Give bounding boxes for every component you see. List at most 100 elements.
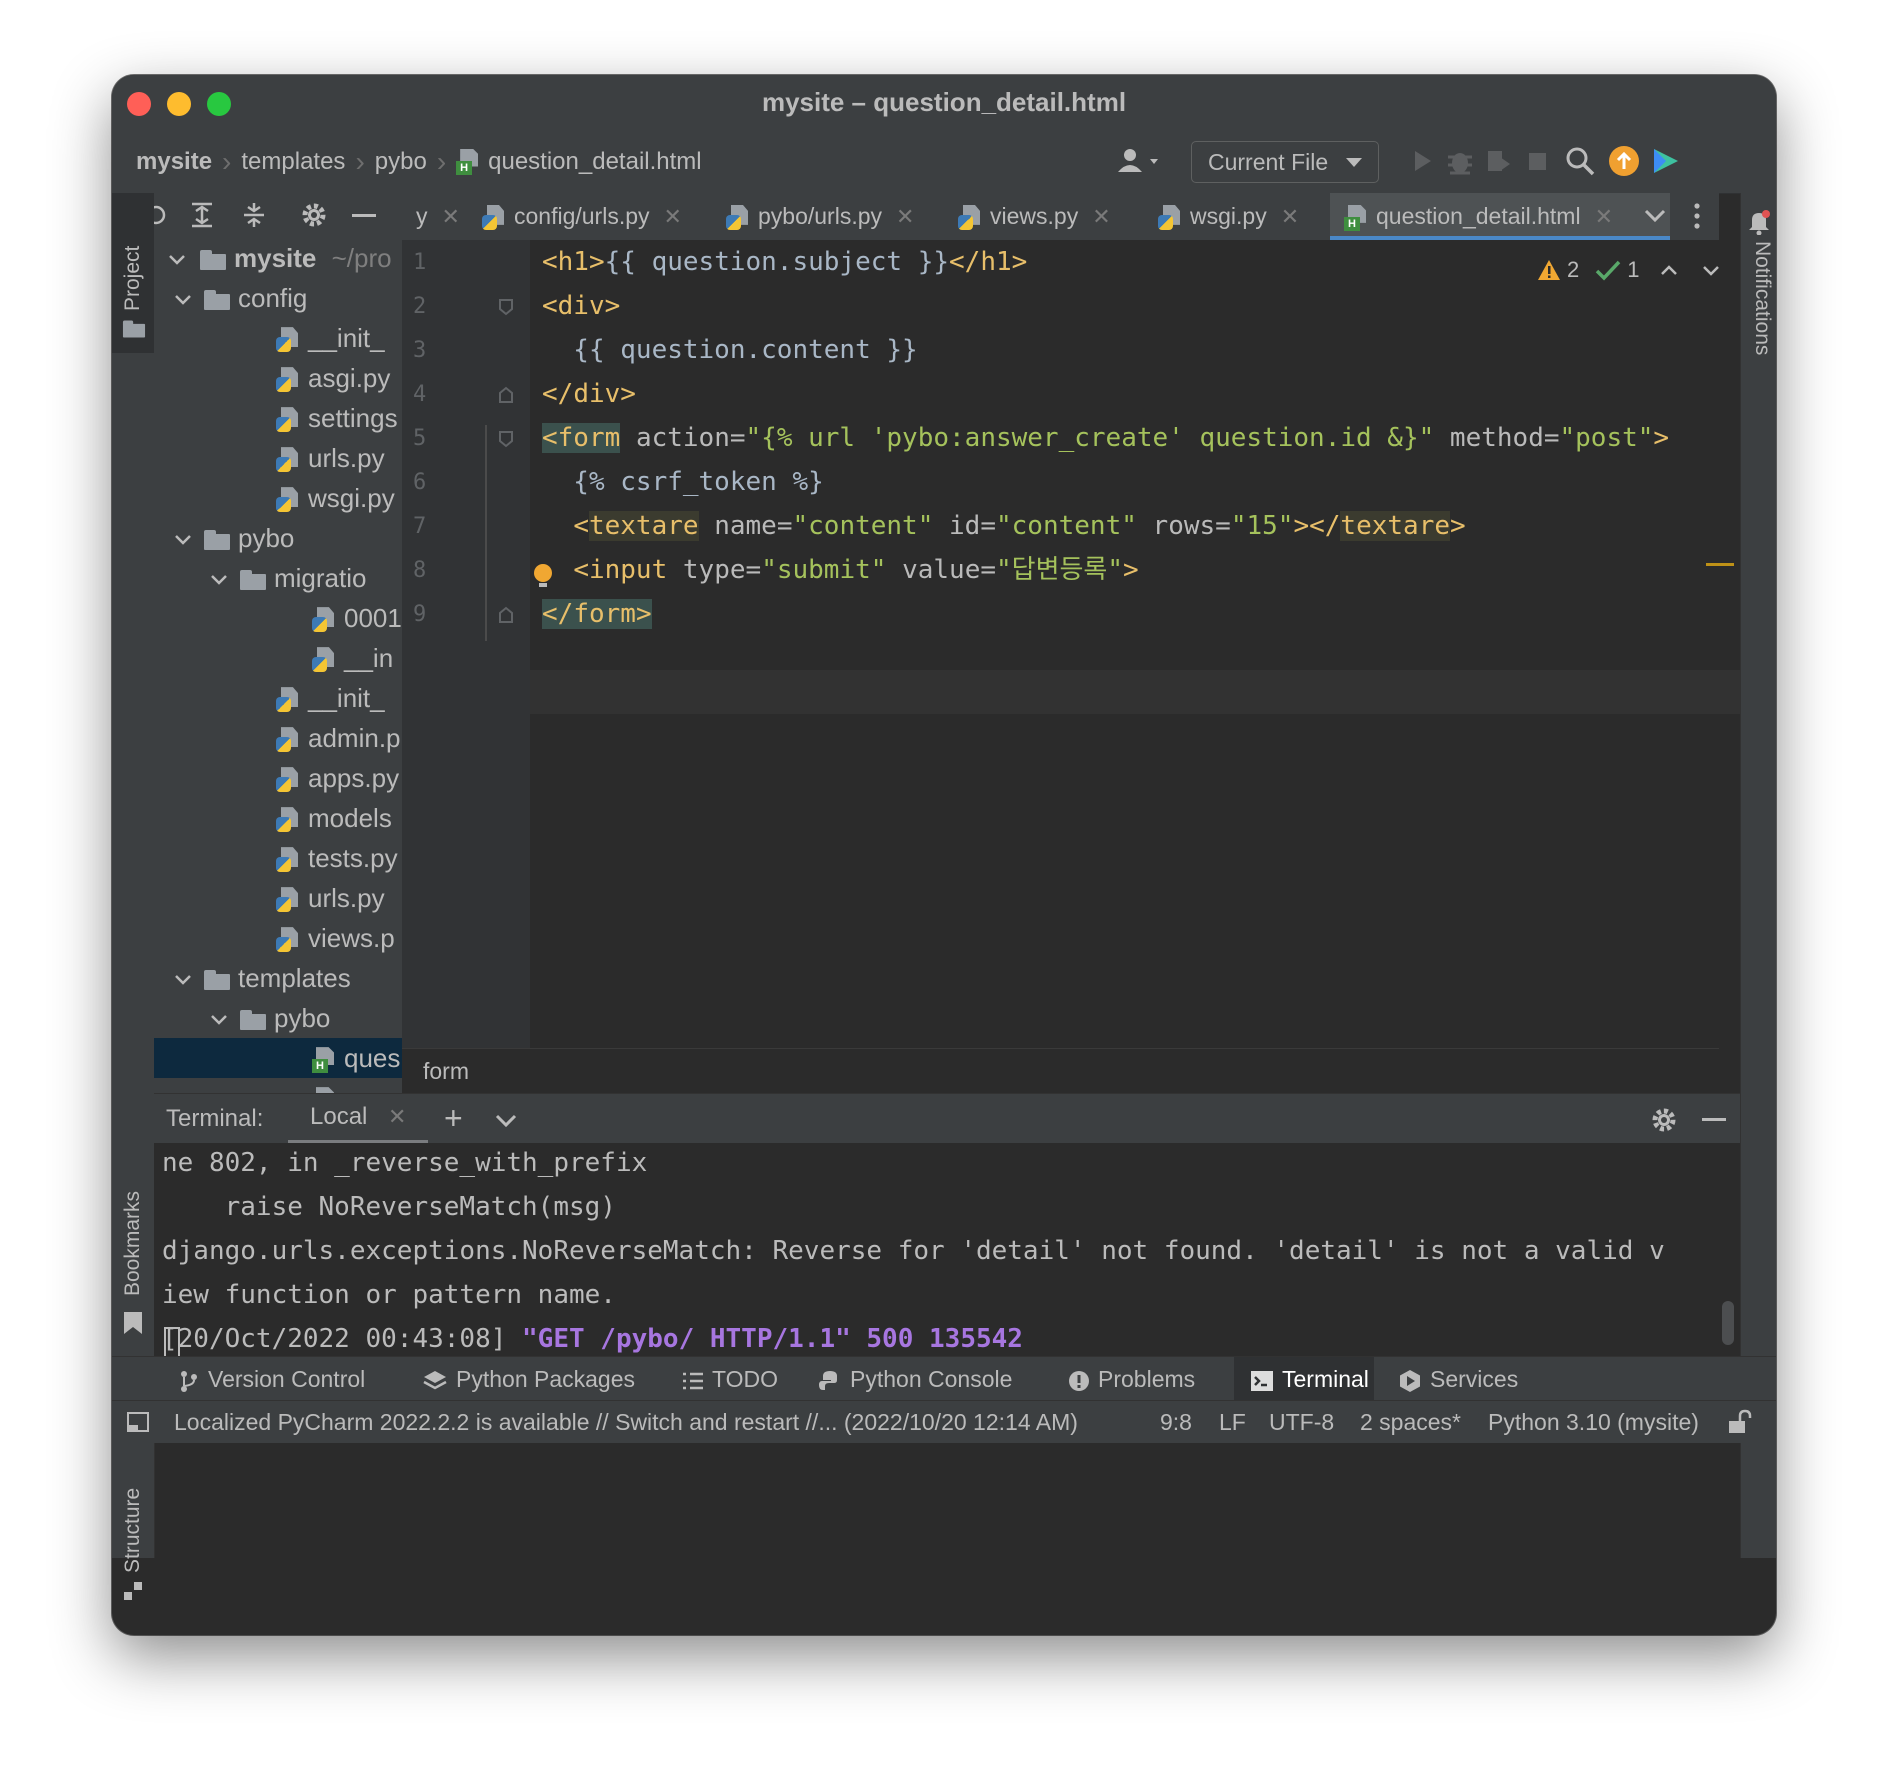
caret-position[interactable]: 9:8 [1160,1401,1192,1443]
user-dropdown-icon[interactable] [1112,145,1164,177]
run-configuration-select[interactable]: Current File [1191,141,1379,183]
editor-tab-0[interactable]: y ✕ [402,193,460,240]
tree-folder-templates[interactable]: templates [154,958,402,998]
fold-marker-icon[interactable] [496,429,516,449]
bookmark-icon[interactable] [122,1311,144,1335]
tool-window-todo[interactable]: TODO [682,1357,792,1401]
terminal-scrollbar[interactable] [1722,1301,1734,1345]
terminal-tab-local[interactable]: Local ✕ [288,1094,428,1144]
editor-tab-1[interactable]: config/urls.py ✕ [468,193,682,240]
close-icon[interactable]: ✕ [388,1094,406,1140]
coverage-icon[interactable] [1482,145,1514,177]
chevron-down-icon[interactable] [174,531,192,549]
inspection-widget[interactable]: 2 1 [1537,253,1722,287]
close-icon[interactable]: ✕ [1092,204,1110,229]
tabs-overflow-chevron-icon[interactable] [1642,203,1668,229]
fold-marker-icon[interactable] [496,605,516,625]
chevron-down-icon[interactable] [494,1108,518,1132]
more-options-icon[interactable] [1692,201,1702,231]
tree-file[interactable]: views.p [154,918,402,958]
breadcrumb-pybo[interactable]: pybo [375,148,427,176]
tree-file[interactable]: __init_ [154,318,402,358]
notification-bell-icon[interactable] [1747,209,1771,235]
chevron-up-icon[interactable] [1658,259,1680,281]
project-tab-label[interactable]: Project [121,246,145,311]
editor-breadcrumb-form[interactable]: form [423,1058,469,1084]
tree-file[interactable]: models [154,798,402,838]
warning-stripe[interactable] [1706,563,1734,566]
unlock-icon[interactable] [1726,1409,1752,1435]
code-line[interactable]: </div> [542,372,636,416]
tree-folder-config[interactable]: config [154,278,402,318]
tree-file[interactable]: settings [154,398,402,438]
expand-all-icon[interactable] [188,201,216,229]
code-line[interactable]: </form> [542,592,652,636]
stop-icon[interactable] [1521,145,1553,177]
tree-file[interactable]: wsgi.py [154,478,402,518]
breadcrumb-templates[interactable]: templates [241,148,345,176]
status-message[interactable]: Localized PyCharm 2022.2.2 is available … [174,1401,1078,1443]
tree-file[interactable]: apps.py [154,758,402,798]
update-icon[interactable] [1608,145,1640,177]
structure-tab-label[interactable]: Structure [121,1488,145,1573]
tool-window-terminal[interactable]: Terminal [1234,1357,1374,1401]
tool-window-python-console[interactable]: Python Console [818,1357,1040,1401]
tree-file[interactable]: admin.p [154,718,402,758]
tree-folder-migratio[interactable]: migratio [154,558,402,598]
close-icon[interactable]: ✕ [896,204,914,229]
chevron-down-icon[interactable] [1700,259,1722,281]
breadcrumb-project[interactable]: mysite [136,148,212,176]
code-line[interactable]: {{ question.content }} [542,328,917,372]
line-separator[interactable]: LF [1219,1401,1246,1443]
fold-marker-icon[interactable] [496,385,516,405]
tree-folder-pybo[interactable]: pybo [154,518,402,558]
notifications-tab-label[interactable]: Notifications [1750,241,1774,355]
jetbrains-ai-icon[interactable] [1650,145,1682,177]
code-line[interactable]: <h1>{{ question.subject }}</h1> [542,240,1027,284]
editor-tab-2[interactable]: pybo/urls.py ✕ [712,193,914,240]
chevron-down-icon[interactable] [174,291,192,309]
collapse-all-icon[interactable] [240,201,268,229]
chevron-down-icon[interactable] [174,971,192,989]
run-icon[interactable] [1406,145,1438,177]
tree-file[interactable]: tests.py [154,838,402,878]
code-line[interactable]: <input type="submit" value="답변등록"> [542,548,1138,592]
tree-root[interactable]: mysite ~/pro [154,238,392,278]
indent-setting[interactable]: 2 spaces* [1360,1401,1461,1443]
tree-file[interactable]: urls.py [154,878,402,918]
hide-panel-icon[interactable] [352,214,376,217]
editor-tab-5[interactable]: question_detail.html ✕ [1330,193,1670,240]
debug-icon[interactable] [1444,145,1476,177]
tree-file[interactable]: urls.py [154,438,402,478]
tool-window-version-control[interactable]: Version Control [178,1357,378,1401]
code-line[interactable]: <form action="{% url 'pybo:answer_create… [542,416,1669,460]
add-terminal-icon[interactable]: + [444,1098,463,1138]
terminal-output[interactable]: ne 802, in _reverse_with_prefix raise No… [154,1143,1740,1369]
chevron-down-icon[interactable] [210,571,228,589]
tool-window-python-packages[interactable]: Python Packages [422,1357,652,1401]
fold-marker-icon[interactable] [496,297,516,317]
close-icon[interactable]: ✕ [1595,204,1613,229]
tree-file[interactable]: ques [154,1038,402,1078]
tree-file[interactable]: 0001 [154,598,402,638]
breadcrumb-file[interactable]: question_detail.html [488,148,701,176]
code-editor[interactable]: <h1>{{ question.subject }}</h1> <div> {{ … [530,240,1740,1048]
gear-icon[interactable] [1650,1106,1678,1134]
python-interpreter[interactable]: Python 3.10 (mysite) [1488,1401,1699,1443]
tree-file[interactable]: __in [154,638,402,678]
tool-window-problems[interactable]: Problems [1068,1357,1246,1401]
editor-tab-3[interactable]: views.py ✕ [944,193,1111,240]
bookmarks-tab-label[interactable]: Bookmarks [121,1191,145,1296]
toggle-tool-windows-icon[interactable] [126,1411,150,1433]
structure-icon[interactable] [122,1580,144,1602]
code-line[interactable]: {% csrf_token %} [542,460,823,504]
tree-file[interactable]: asgi.py [154,358,402,398]
tree-file[interactable]: __init_ [154,678,402,718]
tool-window-services[interactable]: Services [1398,1357,1548,1401]
chevron-down-icon[interactable] [210,1011,228,1029]
close-icon[interactable]: ✕ [664,204,682,229]
chevron-down-icon[interactable] [168,251,186,269]
editor-tab-4[interactable]: wsgi.py ✕ [1144,193,1299,240]
gear-icon[interactable] [300,201,328,229]
close-icon[interactable]: ✕ [1281,204,1299,229]
